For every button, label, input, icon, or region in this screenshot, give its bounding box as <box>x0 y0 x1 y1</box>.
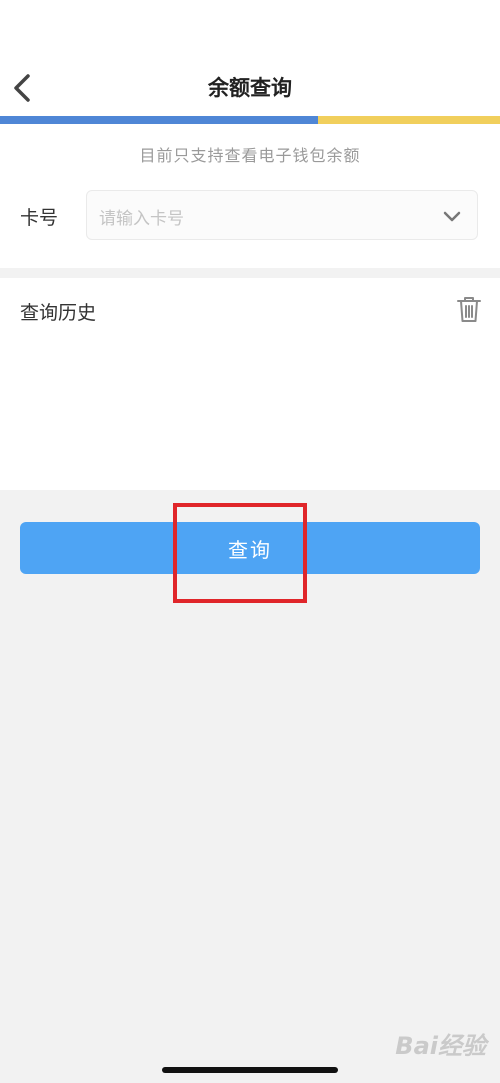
status-bar <box>0 0 500 60</box>
history-section: 查询历史 <box>0 278 500 490</box>
page-title: 余额查询 <box>208 76 292 100</box>
nav-bar: 余额查询 <box>0 60 500 116</box>
clear-history-button[interactable] <box>454 294 484 324</box>
card-number-placeholder: 请输入卡号 <box>99 209 184 229</box>
chevron-left-icon <box>14 74 30 102</box>
progress-strip <box>0 116 500 124</box>
progress-strip-blue <box>0 116 318 124</box>
query-button[interactable]: 查询 <box>20 522 480 574</box>
card-number-label: 卡号 <box>20 207 59 229</box>
chevron-down-icon <box>443 211 461 222</box>
notice-text: 目前只支持查看电子钱包余额 <box>139 146 361 165</box>
history-title: 查询历史 <box>20 302 97 324</box>
back-button[interactable] <box>2 68 42 108</box>
trash-icon <box>457 297 481 322</box>
card-number-select[interactable]: 请输入卡号 <box>86 190 478 240</box>
watermark: Bai经验 <box>395 1032 486 1060</box>
home-indicator[interactable] <box>162 1067 338 1073</box>
progress-strip-yellow <box>318 116 500 124</box>
